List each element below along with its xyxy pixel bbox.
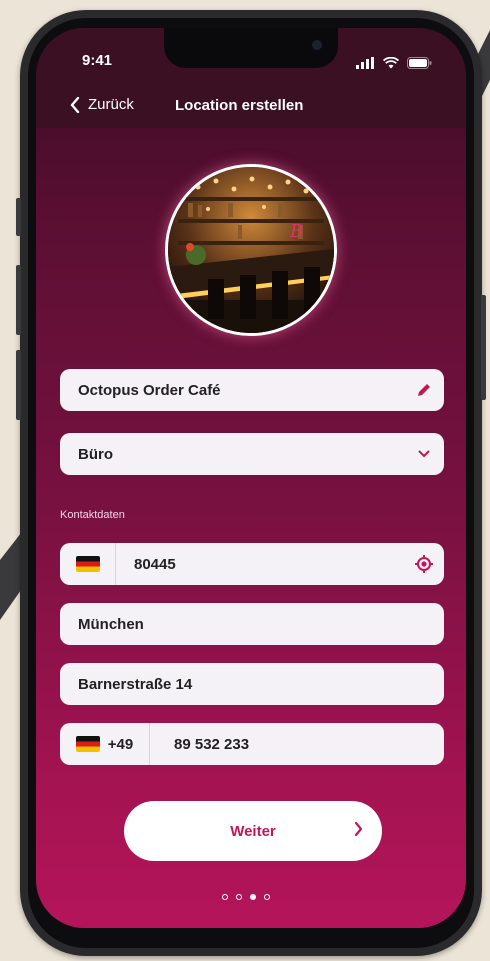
page-dot[interactable]: [264, 894, 270, 900]
page-dot[interactable]: [222, 894, 228, 900]
location-photo[interactable]: B: [165, 164, 337, 336]
page-title: Location erstellen: [175, 97, 304, 114]
street-value: Barnerstraße 14: [78, 675, 193, 693]
street-field[interactable]: Barnerstraße 14: [60, 663, 444, 705]
location-name-field[interactable]: Octopus Order Café: [60, 369, 444, 411]
page-dot-active[interactable]: [250, 894, 256, 900]
location-name-value: Octopus Order Café: [78, 381, 221, 399]
location-type-select[interactable]: Büro: [60, 433, 444, 475]
app-screen: 9:41 Zurück Location erstellen B Octopus…: [36, 28, 466, 928]
power-button: [481, 295, 486, 400]
status-icons: [352, 54, 432, 72]
phone-field[interactable]: +49 89 532 233: [60, 723, 444, 765]
battery-icon: [407, 56, 432, 69]
back-label: Zurück: [88, 96, 134, 113]
germany-flag-icon: [75, 556, 100, 572]
phone-prefix-value: +49: [107, 735, 134, 753]
next-button[interactable]: Weiter: [124, 801, 382, 861]
location-target-icon[interactable]: [404, 554, 444, 574]
page-indicator: [222, 894, 270, 900]
volume-up-button: [16, 265, 21, 335]
city-value: München: [78, 615, 144, 633]
front-camera: [312, 40, 322, 50]
chevron-left-icon: [70, 96, 80, 113]
status-time: 9:41: [82, 52, 113, 69]
zip-field[interactable]: 80445: [60, 543, 444, 585]
svg-text:B: B: [289, 221, 303, 242]
phone-number-value: 89 532 233: [174, 735, 250, 753]
bar-photo-image: B: [168, 167, 334, 333]
germany-flag-icon: [75, 736, 100, 752]
chevron-right-icon: [354, 821, 363, 837]
signal-icon: [356, 56, 375, 69]
back-button[interactable]: Zurück: [70, 96, 134, 113]
contact-section-label: Kontaktdaten: [60, 509, 125, 521]
mute-switch: [16, 198, 21, 236]
country-flag-selector[interactable]: [60, 543, 116, 585]
chevron-down-icon: [404, 450, 444, 458]
phone-prefix-selector[interactable]: +49: [60, 723, 150, 765]
notch: [164, 28, 338, 68]
zip-value: 80445: [134, 555, 176, 573]
pencil-icon[interactable]: [404, 382, 444, 398]
city-field[interactable]: München: [60, 603, 444, 645]
wifi-icon: [382, 56, 399, 69]
location-type-value: Büro: [78, 445, 113, 463]
volume-down-button: [16, 350, 21, 420]
page-dot[interactable]: [236, 894, 242, 900]
next-button-label: Weiter: [230, 822, 276, 840]
